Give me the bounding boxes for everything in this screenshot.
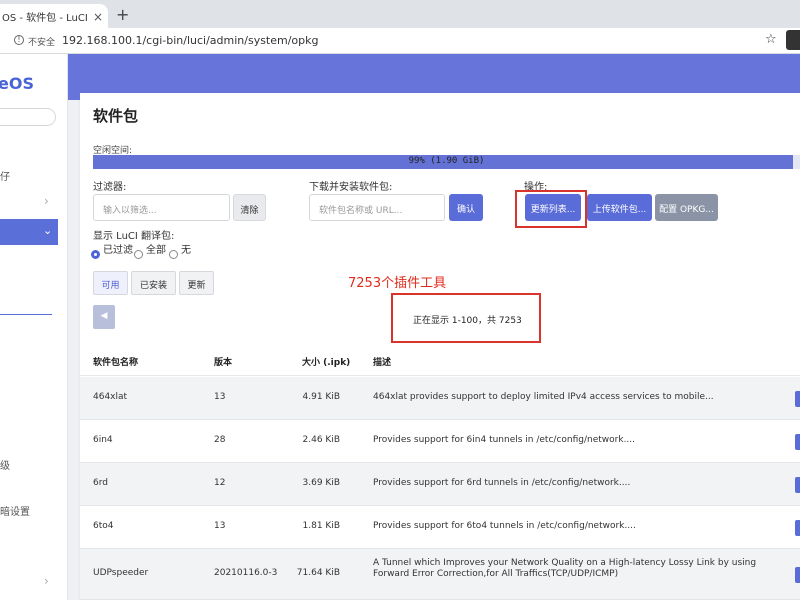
tab-title: OS - 软件包 - LuCI [2,13,88,24]
confirm-button[interactable]: 确认 [449,194,483,221]
annotation-text: 7253个插件工具 [348,276,447,291]
package-description: A Tunnel which Improves your Network Qua… [373,558,757,579]
column-header-name[interactable]: 软件包名称 [93,355,138,368]
radio-all-label: 全部 [146,245,166,256]
package-version: 13 [214,521,226,531]
package-size: 3.69 KiB [302,478,340,488]
browser-tab[interactable]: OS - 软件包 - LuCI × [0,4,108,28]
table-row: 6in4 28 2.46 KiB Provides support for 6i… [80,420,800,463]
sidebar-item-0[interactable]: 仔 [0,168,10,183]
configure-opkg-button[interactable]: 配置 OPKG... [655,194,718,221]
package-size: 1.81 KiB [302,521,340,531]
package-name: 6to4 [93,521,114,531]
tab-updates[interactable]: 更新 [179,271,214,295]
package-name: 6rd [93,478,108,488]
package-description: Provides support for 6to4 tunnels in /et… [373,521,636,531]
brand-logo: eOS [0,74,34,93]
package-description: 464xlat provides support to deploy limit… [373,392,714,402]
column-header-version[interactable]: 版本 [214,355,232,368]
url-field[interactable]: 192.168.100.1/cgi-bin/luci/admin/system/… [62,34,319,47]
highlight-box [515,190,587,228]
download-label: 下载并安装软件包: [309,182,393,193]
sidebar-divider [0,314,52,315]
warning-icon[interactable]: ! [14,35,24,45]
install-button[interactable] [795,477,800,493]
radio-all[interactable] [134,250,143,259]
package-size: 2.46 KiB [302,435,340,445]
browser-tab-strip: OS - 软件包 - LuCI × + [0,0,800,28]
package-size: 71.64 KiB [296,568,340,578]
install-button[interactable] [795,520,800,536]
radio-filtered[interactable] [91,250,100,259]
radio-none-label: 无 [181,245,191,256]
free-space-text: 99% (1.90 GiB) [408,156,485,166]
packages-card: 软件包 空闲空间: 99% (1.90 GiB) 过滤器: 输入以筛选... 清… [80,93,800,600]
package-description: Provides support for 6rd tunnels in /etc… [373,478,631,488]
upload-package-button[interactable]: 上传软件包... [587,194,652,221]
install-button[interactable] [795,391,800,407]
filter-label: 过滤器: [93,182,127,193]
radio-filtered-label: 已过滤 [103,245,133,256]
chevron-right-icon[interactable]: › [44,194,49,208]
package-name: 6in4 [93,435,113,445]
translations-label: 显示 LuCI 翻译包: [93,231,175,242]
chevron-down-icon: ⌄ [43,224,53,237]
highlight-box [391,293,541,343]
page-title: 软件包 [93,107,139,125]
tab-available[interactable]: 可用 [93,271,128,295]
address-bar[interactable]: ! 不安全 192.168.100.1/cgi-bin/luci/admin/s… [0,28,800,54]
package-version: 13 [214,392,226,402]
table-row: 6rd 12 3.69 KiB Provides support for 6rd… [80,463,800,506]
package-version: 12 [214,478,226,488]
package-version: 28 [214,435,226,445]
package-version: 20210116.0-3 [214,568,278,578]
package-name: UDPspeeder [93,568,149,578]
table-header: 软件包名称 版本 大小 (.ipk) 描述 [80,344,800,376]
filter-input[interactable]: 输入以筛选... [93,194,230,221]
close-icon[interactable]: × [93,10,103,24]
sidebar-item-active[interactable]: ⌄ [0,219,58,245]
free-space-progress: 99% (1.90 GiB) [93,155,800,169]
clear-button[interactable]: 清除 [233,194,266,221]
sidebar-search-input[interactable] [0,108,56,126]
package-name: 464xlat [93,392,128,402]
package-url-input[interactable]: 软件包名称或 URL... [309,194,445,221]
profile-icon[interactable] [786,30,800,50]
tab-installed[interactable]: 已安装 [131,271,176,295]
table-row: UDPspeeder 20210116.0-3 71.64 KiB A Tunn… [80,549,800,600]
pager-prev-button[interactable]: ◀ [93,305,115,329]
chevron-right-icon[interactable]: › [44,574,49,588]
bookmark-star-icon[interactable]: ☆ [765,32,777,47]
column-header-size[interactable]: 大小 (.ipk) [302,355,350,368]
package-size: 4.91 KiB [302,392,340,402]
sidebar-item-1[interactable]: 级 [0,457,10,472]
table-row: 6to4 13 1.81 KiB Provides support for 6t… [80,506,800,549]
package-description: Provides support for 6in4 tunnels in /et… [373,435,636,445]
security-label[interactable]: 不安全 [28,35,55,48]
install-button[interactable] [795,434,800,450]
sidebar: eOS 仔 › ⌄ 级 暗设置 › [0,54,68,600]
sidebar-item-2[interactable]: 暗设置 [0,503,30,518]
install-button[interactable] [795,567,800,583]
column-header-description[interactable]: 描述 [373,355,391,368]
new-tab-icon[interactable]: + [116,5,129,24]
table-row: 464xlat 13 4.91 KiB 464xlat provides sup… [80,377,800,420]
radio-none[interactable] [169,250,178,259]
